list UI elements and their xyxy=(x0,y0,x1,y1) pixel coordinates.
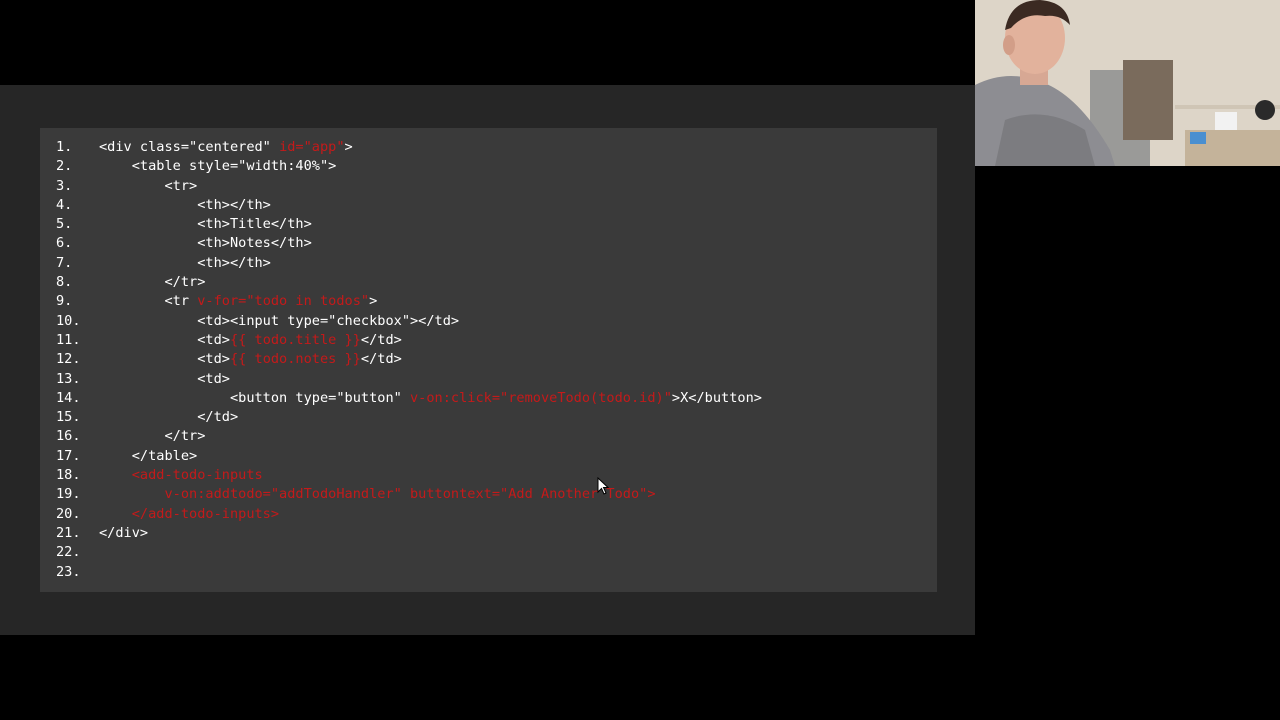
highlighted-code-token: v-for="todo in todos" xyxy=(197,293,370,310)
line-number: 18. xyxy=(56,467,81,484)
code-text: <tr> xyxy=(99,177,197,196)
line-number: 22. xyxy=(56,544,81,561)
code-token: > xyxy=(344,139,353,155)
line-number: 15. xyxy=(56,409,81,426)
line-number: 12. xyxy=(56,351,81,368)
line-number: 8. xyxy=(56,274,73,291)
line-number: 21. xyxy=(56,524,81,541)
line-number: 1. xyxy=(56,139,73,155)
code-token: <td> xyxy=(99,331,230,348)
line-number: 23. xyxy=(56,563,81,580)
highlighted-code-token: v-on:addtodo="addTodoHandler" buttontext… xyxy=(99,486,656,503)
code-token: <th>Notes</th> xyxy=(99,235,312,252)
line-number: 13. xyxy=(56,370,81,387)
code-token: </td> xyxy=(360,351,402,368)
code-token: </td> xyxy=(99,409,239,426)
line-number: 19. xyxy=(56,486,81,503)
code-panel: 1. <div class="centered" id="app"> 2. <tab… xyxy=(40,128,937,592)
line-number: 11. xyxy=(56,331,81,348)
code-text: <add-todo-inputs xyxy=(99,466,263,485)
highlighted-code-token: v-on:click="removeTodo(todo.id)" xyxy=(410,389,672,406)
code-text: <th></th> xyxy=(99,196,271,215)
highlighted-code-token: <add-todo-inputs xyxy=(99,467,263,484)
line-number: 20. xyxy=(56,505,81,522)
code-token: <td><input type="checkbox"></td> xyxy=(99,312,460,329)
code-token: <div class="centered" xyxy=(99,139,280,155)
code-text: </tr> xyxy=(99,427,205,446)
code-token: <tr> xyxy=(99,177,198,194)
code-token: </tr> xyxy=(99,428,206,445)
line-number: 7. xyxy=(56,254,73,271)
line-number: 17. xyxy=(56,447,81,464)
code-text: <td>{{ todo.title }}</td> xyxy=(99,331,402,350)
code-token: <td> xyxy=(99,370,230,387)
line-number: 9. xyxy=(56,293,73,310)
code-text: <th>Title</th> xyxy=(99,215,312,234)
code-text: v-on:addtodo="addTodoHandler" buttontext… xyxy=(99,485,656,504)
code-text: </table> xyxy=(99,447,197,466)
line-number: 5. xyxy=(56,216,73,233)
code-text: </tr> xyxy=(99,273,205,292)
code-token: >X</button> xyxy=(671,389,762,406)
code-text: </td> xyxy=(99,408,238,427)
line-number: 6. xyxy=(56,235,73,252)
code-token: <th>Title</th> xyxy=(99,216,312,233)
code-text: <td><input type="checkbox"></td> xyxy=(99,312,459,331)
webcam-image xyxy=(975,0,1280,166)
code-token: <th></th> xyxy=(99,196,271,213)
presenter-webcam xyxy=(975,0,1280,166)
code-text: <table style="width:40%"> xyxy=(99,157,337,176)
code-token: <td> xyxy=(99,351,230,368)
line-number: 2. xyxy=(56,158,73,175)
line-number: 4. xyxy=(56,196,73,213)
code-text: <tr v-for="todo in todos"> xyxy=(99,292,377,311)
code-token: <tr xyxy=(99,293,198,310)
highlighted-code-token: {{ todo.notes }} xyxy=(229,351,361,368)
code-token: > xyxy=(369,293,378,310)
code-token: <th></th> xyxy=(99,254,271,271)
code-token: </table> xyxy=(99,447,198,464)
code-text: </add-todo-inputs> xyxy=(99,505,279,524)
code-token: </td> xyxy=(360,331,402,348)
line-number: 3. xyxy=(56,177,73,194)
code-token: <button type="button" xyxy=(99,389,410,406)
highlighted-code-token: </add-todo-inputs> xyxy=(99,505,280,522)
code-text: </div> xyxy=(99,524,148,543)
line-number: 16. xyxy=(56,428,81,445)
code-token: </div> xyxy=(99,524,149,541)
code-text: <th>Notes</th> xyxy=(99,234,312,253)
code-token: <table style="width:40%"> xyxy=(99,158,337,175)
code-text: <th></th> xyxy=(99,254,271,273)
line-number: 14. xyxy=(56,389,81,406)
line-number: 10. xyxy=(56,312,81,329)
mouse-pointer-icon xyxy=(597,477,609,495)
code-text: <div class="centered" id="app"> xyxy=(99,138,353,157)
highlighted-code-token: {{ todo.title }} xyxy=(229,331,361,348)
code-text: <td> xyxy=(99,370,230,389)
code-text: <td>{{ todo.notes }}</td> xyxy=(99,350,402,369)
code-text: <button type="button" v-on:click="remove… xyxy=(99,389,762,408)
highlighted-code-token: id="app" xyxy=(279,139,345,155)
code-token: </tr> xyxy=(99,274,206,291)
